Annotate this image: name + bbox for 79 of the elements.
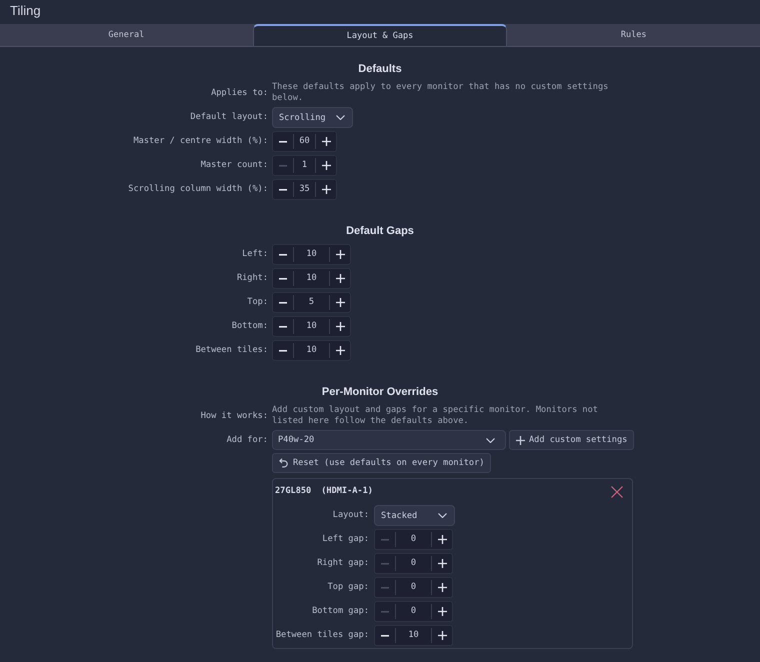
minus-icon (381, 634, 389, 636)
number-field[interactable]: 0 (395, 556, 432, 571)
field-label: Top gap: (328, 582, 369, 593)
field-label: Scrolling column width (%): (128, 184, 268, 195)
plus-icon (336, 298, 344, 307)
monitor-name: 27GL850 (275, 486, 312, 497)
section-heading: Default Gaps (346, 224, 414, 239)
plus-icon (516, 436, 525, 444)
field-label: Default layout: (190, 112, 268, 123)
field-label: Right: (236, 273, 268, 284)
plus-icon (438, 607, 446, 616)
undo-icon (279, 458, 288, 468)
field-label: How it works: (200, 410, 268, 422)
tab[interactable]: General (0, 24, 253, 46)
plus-icon (438, 583, 446, 592)
field-label: Between tiles: (196, 345, 268, 356)
tab[interactable]: Layout & Gaps (252, 24, 508, 46)
chevron-down-icon (336, 115, 345, 120)
field-label: Add for: (226, 434, 268, 446)
minus-icon (279, 350, 287, 352)
number-field[interactable]: 10 (293, 247, 330, 262)
field-label: Bottom: (232, 321, 268, 332)
field-label: Bottom gap: (312, 606, 369, 617)
minus-icon (381, 610, 389, 612)
add-button[interactable]: Add custom settings (509, 430, 634, 450)
description-text: Add custom layout and gaps for a specific monitor. Monitors not listed here follow the defaults above. (272, 405, 599, 427)
number-field[interactable]: 5 (293, 295, 330, 310)
minus-icon (381, 538, 389, 540)
description-text: These defaults apply to every monitor that has no custom settings below. (272, 82, 610, 104)
chevron-down-icon (438, 513, 447, 518)
plus-icon (336, 346, 344, 355)
plus-icon (336, 274, 344, 283)
number-field[interactable]: 0 (395, 532, 432, 547)
layout-dropdown[interactable]: Scrolling (272, 107, 353, 128)
section-heading: Per-Monitor Overrides (322, 385, 438, 400)
field-label: Right gap: (317, 558, 369, 569)
number-field[interactable]: 10 (293, 319, 330, 334)
field-label: Master count: (200, 160, 268, 171)
minus-icon (381, 586, 389, 588)
number-field[interactable]: 0 (395, 604, 432, 619)
monitor-dropdown[interactable]: P40w-20 (272, 430, 506, 450)
field-label: Left gap: (322, 534, 369, 545)
minus-icon (279, 140, 287, 142)
plus-icon (438, 535, 446, 544)
plus-icon (438, 631, 446, 640)
close-icon[interactable] (611, 486, 623, 498)
plus-icon (336, 250, 344, 259)
number-field[interactable]: 1 (293, 158, 316, 173)
field-label: Top: (247, 297, 268, 308)
minus-icon (279, 254, 287, 256)
plus-icon (322, 137, 330, 146)
section-heading: Defaults (358, 62, 402, 77)
plus-icon (322, 185, 330, 194)
window-title: Tiling (10, 2, 41, 20)
minus-icon (279, 302, 287, 304)
monitor-output: (HDMI-A-1) (321, 486, 373, 497)
layout-dropdown[interactable]: Stacked (374, 505, 455, 526)
field-label: Left: (242, 249, 268, 260)
field-label: Between tiles gap: (276, 630, 369, 641)
minus-icon (279, 164, 287, 166)
plus-icon (438, 559, 446, 568)
minus-icon (279, 326, 287, 328)
number-field[interactable]: 60 (293, 134, 316, 149)
field-label: Applies to: (211, 88, 268, 98)
number-field[interactable]: 10 (293, 271, 330, 286)
minus-icon (279, 188, 287, 190)
field-label: Layout: (332, 510, 369, 521)
plus-icon (336, 322, 344, 331)
minus-icon (381, 562, 389, 564)
minus-icon (279, 278, 287, 280)
tab[interactable]: Rules (507, 24, 760, 46)
number-field[interactable]: 10 (395, 628, 432, 643)
chevron-down-icon (486, 438, 495, 442)
number-field[interactable]: 10 (293, 343, 330, 358)
number-field[interactable]: 35 (293, 182, 316, 197)
reset-button[interactable]: Reset (use defaults on every monitor) (272, 453, 492, 473)
plus-icon (322, 161, 330, 170)
field-label: Master / centre width (%): (133, 136, 268, 147)
number-field[interactable]: 0 (395, 580, 432, 595)
